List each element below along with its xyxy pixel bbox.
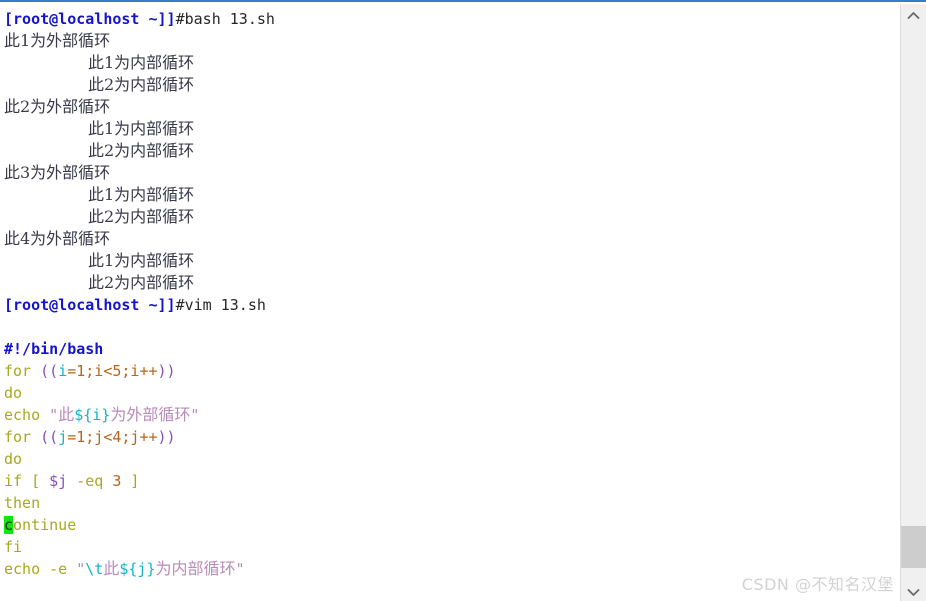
command-line-bash: [root@localhost ~]]#bash 13.sh [4, 8, 900, 30]
output-text: 此2为内部循环 [88, 207, 195, 226]
script-line-fi: fi [4, 536, 900, 558]
loop-var-i: i [58, 362, 68, 380]
echo-var-i: ${i} [74, 406, 111, 424]
script-line-if: if [ $j -eq 3 ] [4, 470, 900, 492]
test-var-j: $j [49, 472, 68, 490]
scrollbar-track[interactable] [901, 26, 926, 581]
bracket-close: ] [121, 472, 140, 490]
output-line: 此1为内部循环 [4, 250, 900, 272]
echo-text-a-inner: 此 [103, 559, 120, 578]
output-line: 此1为内部循环 [4, 52, 900, 74]
output-line: 此2为内部循环 [4, 206, 900, 228]
terminal-window: [root@localhost ~]]#bash 13.sh 此1为外部循环 此1… [0, 0, 926, 601]
paren-close-outer: )) [157, 362, 176, 380]
do-keyword-outer: do [4, 384, 23, 402]
chevron-up-icon [907, 11, 920, 19]
echo-flag-e: -e [40, 560, 77, 578]
shebang-text: #!/bin/bash [4, 340, 104, 358]
output-line: 此1为外部循环 [4, 30, 900, 52]
output-line: 此2为外部循环 [4, 96, 900, 118]
output-text: 此1为外部循环 [4, 31, 111, 50]
fi-keyword: fi [4, 538, 23, 556]
command-text-vim: #vim 13.sh [175, 296, 266, 314]
paren-open-inner: (( [31, 428, 59, 446]
for-expr-inner: =1;j<4;j++ [67, 428, 158, 446]
script-line-for-outer: for ((i=1;i<5;i++)) [4, 360, 900, 382]
for-expr-outer: =1;i<5;i++ [67, 362, 158, 380]
escape-tab: \t [85, 560, 104, 578]
output-text: 此4为外部循环 [4, 229, 111, 248]
quote-open-outer: " [40, 406, 59, 424]
watermark: CSDN @不知名汉堡 [741, 575, 894, 594]
scrollbar-thumb[interactable] [901, 526, 926, 568]
output-text: 此2为外部循环 [4, 97, 111, 116]
chevron-down-icon [907, 588, 920, 596]
for-keyword-outer: for [4, 362, 32, 380]
echo-text-b-outer: 为外部循环 [110, 405, 191, 424]
paren-close-inner: )) [157, 428, 176, 446]
echo-var-j: ${j} [119, 560, 156, 578]
output-text: 此1为内部循环 [88, 251, 195, 270]
script-output: 此1为外部循环 此1为内部循环 此2为内部循环 此2为外部循环 此1为内部循环 此2为内部… [4, 30, 900, 294]
echo-text-a-outer: 此 [58, 405, 75, 424]
quote-close-inner: " [235, 560, 245, 578]
scroll-down-button[interactable] [901, 581, 926, 601]
test-operator: -eq [67, 472, 113, 490]
vertical-scrollbar[interactable] [900, 4, 926, 601]
shell-prompt-2: [root@localhost ~]] [4, 296, 176, 314]
output-line: 此2为内部循环 [4, 74, 900, 96]
script-line-continue: continue [4, 514, 900, 536]
script-line-shebang: #!/bin/bash [4, 338, 900, 360]
for-keyword-inner: for [4, 428, 32, 446]
script-line-do-outer: do [4, 382, 900, 404]
output-line: 此2为内部循环 [4, 140, 900, 162]
script-line-for-inner: for ((j=1;j<4;j++)) [4, 426, 900, 448]
quote-open-inner: " [76, 560, 86, 578]
shell-prompt: [root@localhost ~]] [4, 10, 176, 28]
then-keyword: then [4, 494, 41, 512]
loop-var-j: j [58, 428, 68, 446]
output-text: 此1为内部循环 [88, 53, 195, 72]
vim-buffer[interactable]: #!/bin/bash for ((i=1;i<5;i++)) do echo … [4, 338, 900, 580]
script-line-then: then [4, 492, 900, 514]
command-text-bash: #bash 13.sh [175, 10, 275, 28]
output-text: 此2为内部循环 [88, 75, 195, 94]
quote-close-outer: " [190, 406, 200, 424]
do-keyword-inner: do [4, 450, 23, 468]
vim-block-cursor[interactable]: c [4, 516, 14, 534]
output-text: 此2为内部循环 [88, 141, 195, 160]
output-line: 此4为外部循环 [4, 228, 900, 250]
script-line-do-inner: do [4, 448, 900, 470]
command-line-vim: [root@localhost ~]]#vim 13.sh [4, 294, 900, 316]
scroll-up-button[interactable] [901, 4, 926, 26]
echo-text-b-inner: 为内部循环 [155, 559, 236, 578]
terminal-output-area[interactable]: [root@localhost ~]]#bash 13.sh 此1为外部循环 此1… [0, 4, 900, 601]
output-line: 此2为内部循环 [4, 272, 900, 294]
output-line: 此1为内部循环 [4, 184, 900, 206]
continue-keyword-tail: ontinue [13, 516, 77, 534]
paren-open-outer: (( [31, 362, 59, 380]
if-keyword: if [4, 472, 23, 490]
echo-keyword-outer: echo [4, 406, 41, 424]
output-text: 此1为内部循环 [88, 119, 195, 138]
output-text: 此2为内部循环 [88, 273, 195, 292]
script-line-echo-outer: echo "此${i}为外部循环" [4, 404, 900, 426]
bracket-open: [ [22, 472, 50, 490]
output-line: 此3为外部循环 [4, 162, 900, 184]
echo-keyword-inner: echo [4, 560, 41, 578]
output-text: 此1为内部循环 [88, 185, 195, 204]
output-line: 此1为内部循环 [4, 118, 900, 140]
output-text: 此3为外部循环 [4, 163, 111, 182]
